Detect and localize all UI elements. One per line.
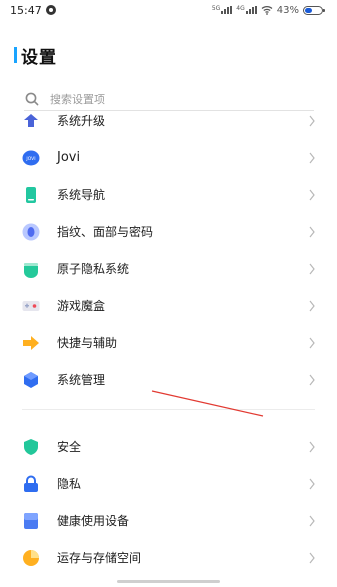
- signal-5g-icon: 5G: [211, 5, 233, 14]
- settings-item-privacy[interactable]: 隐私: [0, 469, 337, 499]
- settings-item-label: 原子隐私系统: [57, 262, 130, 276]
- settings-item-label: 安全: [57, 440, 82, 454]
- battery-icon: [303, 5, 325, 15]
- home-indicator[interactable]: [117, 580, 220, 583]
- section-divider: [22, 409, 315, 410]
- shortcut-arrow-icon: [23, 336, 39, 350]
- settings-item-storage[interactable]: 运存与存储空间: [0, 543, 337, 573]
- settings-item-label: 健康使用设备: [57, 514, 130, 528]
- title-accent-bar: [14, 47, 17, 63]
- settings-item-game-box[interactable]: 游戏魔盒: [0, 291, 337, 321]
- settings-item-system-navigation[interactable]: 系统导航: [0, 180, 337, 210]
- page-title: 设置: [21, 47, 57, 68]
- settings-item-system-management[interactable]: 系统管理: [0, 365, 337, 395]
- system-navigation-icon: [26, 187, 36, 203]
- settings-item-healthy-usage[interactable]: 健康使用设备: [0, 506, 337, 536]
- settings-item-label: 隐私: [57, 477, 82, 491]
- settings-item-label: 系统管理: [57, 373, 106, 387]
- chevron-right-icon: [309, 189, 315, 201]
- storage-pie-icon: [23, 550, 39, 566]
- privacy-lock-icon: [24, 475, 38, 492]
- system-management-icon: [24, 372, 38, 388]
- chevron-right-icon: [309, 115, 315, 127]
- chevron-right-icon: [309, 226, 315, 238]
- chevron-right-icon: [309, 263, 315, 275]
- signal-4g-icon: 4G: [236, 5, 257, 14]
- wifi-icon: [261, 6, 273, 15]
- search-input[interactable]: 搜索设置项: [50, 91, 105, 107]
- settings-item-label: 系统导航: [57, 188, 106, 202]
- settings-item-label: 运存与存储空间: [57, 551, 142, 565]
- status-bar: 15:47 5G 4G 43%: [0, 0, 337, 22]
- battery-percent: 43%: [276, 4, 299, 16]
- search-icon: [25, 92, 39, 106]
- chevron-right-icon: [309, 152, 315, 164]
- settings-item-security[interactable]: 安全: [0, 432, 337, 462]
- settings-item-label: 指纹、面部与密码: [57, 225, 154, 239]
- status-time: 15:47: [10, 4, 42, 17]
- jovi-icon: JOVI: [22, 150, 40, 166]
- signal-5g-label: 5G: [211, 5, 221, 12]
- chevron-right-icon: [309, 337, 315, 349]
- atomic-privacy-icon: [24, 263, 38, 278]
- chevron-right-icon: [309, 300, 315, 312]
- settings-item-fingerprint-face-password[interactable]: 指纹、面部与密码: [0, 217, 337, 247]
- system-update-icon: [24, 114, 38, 127]
- settings-item-label: Jovi: [57, 150, 81, 165]
- status-indicators: 5G 4G 43%: [211, 3, 325, 17]
- game-box-icon: [22, 301, 40, 311]
- settings-item-atomic-privacy[interactable]: 原子隐私系统: [0, 254, 337, 284]
- settings-item-label: 系统升级: [57, 114, 106, 128]
- chevron-right-icon: [309, 552, 315, 564]
- chevron-right-icon: [309, 478, 315, 490]
- settings-item-jovi[interactable]: JOVI Jovi: [0, 143, 337, 173]
- signal-4g-label: 4G: [236, 5, 245, 12]
- security-shield-icon: [24, 439, 38, 455]
- chevron-right-icon: [309, 374, 315, 386]
- battery-fill: [305, 7, 312, 13]
- settings-item-label: 快捷与辅助: [57, 336, 118, 350]
- fingerprint-icon: [22, 223, 40, 241]
- healthy-usage-icon: [24, 513, 38, 529]
- notification-icon: [46, 5, 56, 15]
- settings-item-shortcut-assist[interactable]: 快捷与辅助: [0, 328, 337, 358]
- chevron-right-icon: [309, 515, 315, 527]
- settings-item-system-update[interactable]: 系统升级: [0, 106, 337, 136]
- svg-text:JOVI: JOVI: [25, 156, 35, 162]
- settings-item-label: 游戏魔盒: [57, 299, 106, 313]
- page-header: 设置: [14, 44, 57, 68]
- chevron-right-icon: [309, 441, 315, 453]
